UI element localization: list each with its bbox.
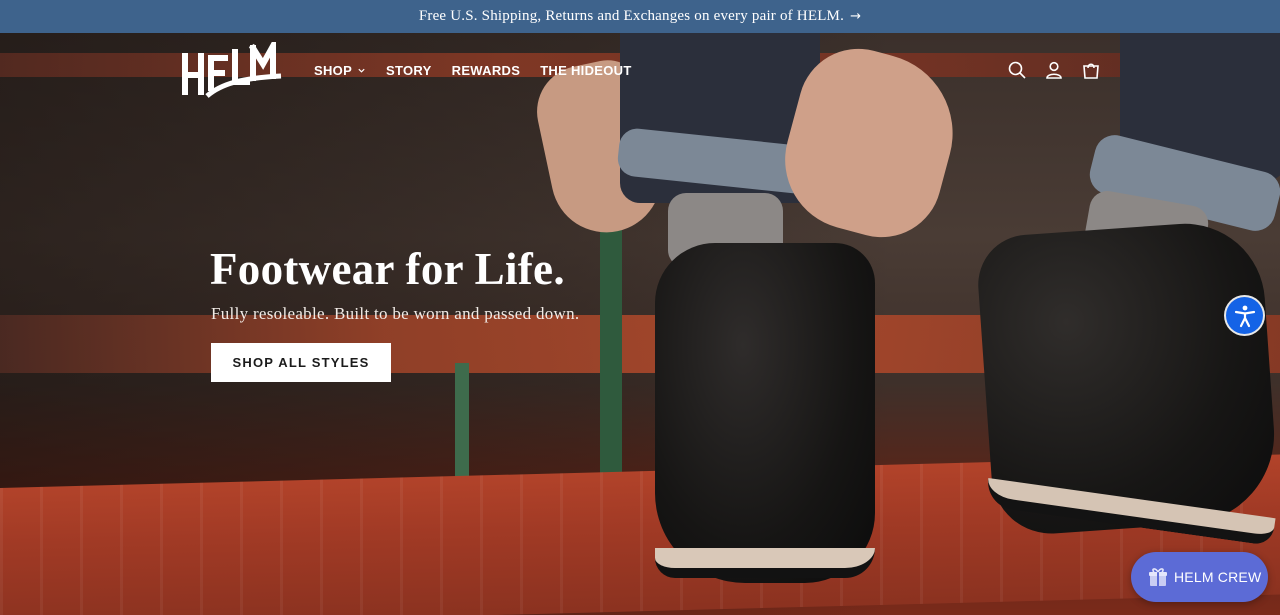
helm-logo-mark: [182, 34, 282, 98]
header-icons: [1006, 59, 1117, 81]
accessibility-icon: [1234, 305, 1255, 327]
accessibility-button[interactable]: [1226, 297, 1263, 334]
nav-item-label: SHOP: [314, 62, 353, 78]
hero-banner: [0, 33, 1280, 615]
main-nav: SHOP STORY REWARDS THE HIDEOUT: [314, 61, 652, 79]
hero-image-boot: [655, 243, 875, 583]
hero-image-boot-sole: [655, 548, 875, 578]
nav-item-shop[interactable]: SHOP: [314, 61, 366, 79]
helm-crew-label: HELM CREW: [1174, 569, 1262, 585]
bench-post: [455, 363, 469, 493]
nav-item-label: REWARDS: [451, 62, 521, 78]
arrow-right-icon: →: [850, 9, 862, 24]
announcement-text: Free U.S. Shipping, Returns and Exchange…: [418, 8, 845, 24]
cart-icon[interactable]: [1080, 59, 1102, 81]
hero-subtitle: Fully resoleable. Built to be worn and p…: [211, 304, 580, 323]
gift-icon: [1149, 568, 1167, 586]
account-icon[interactable]: [1043, 59, 1065, 81]
hero-title: Footwear for Life.: [210, 244, 565, 294]
nav-item-label: THE HIDEOUT: [540, 62, 632, 78]
search-icon[interactable]: [1006, 59, 1028, 81]
helm-logo[interactable]: [181, 34, 283, 100]
chevron-down-icon: [358, 68, 365, 73]
nav-item-the-hideout[interactable]: THE HIDEOUT: [540, 61, 631, 79]
announcement-bar[interactable]: Free U.S. Shipping, Returns and Exchange…: [0, 0, 1280, 33]
shop-all-styles-button[interactable]: SHOP ALL STYLES: [211, 343, 391, 382]
nav-item-label: STORY: [386, 62, 432, 78]
nav-item-rewards[interactable]: REWARDS: [452, 61, 521, 79]
helm-crew-rewards-button[interactable]: HELM CREW: [1131, 552, 1268, 602]
nav-item-story[interactable]: STORY: [386, 61, 432, 79]
